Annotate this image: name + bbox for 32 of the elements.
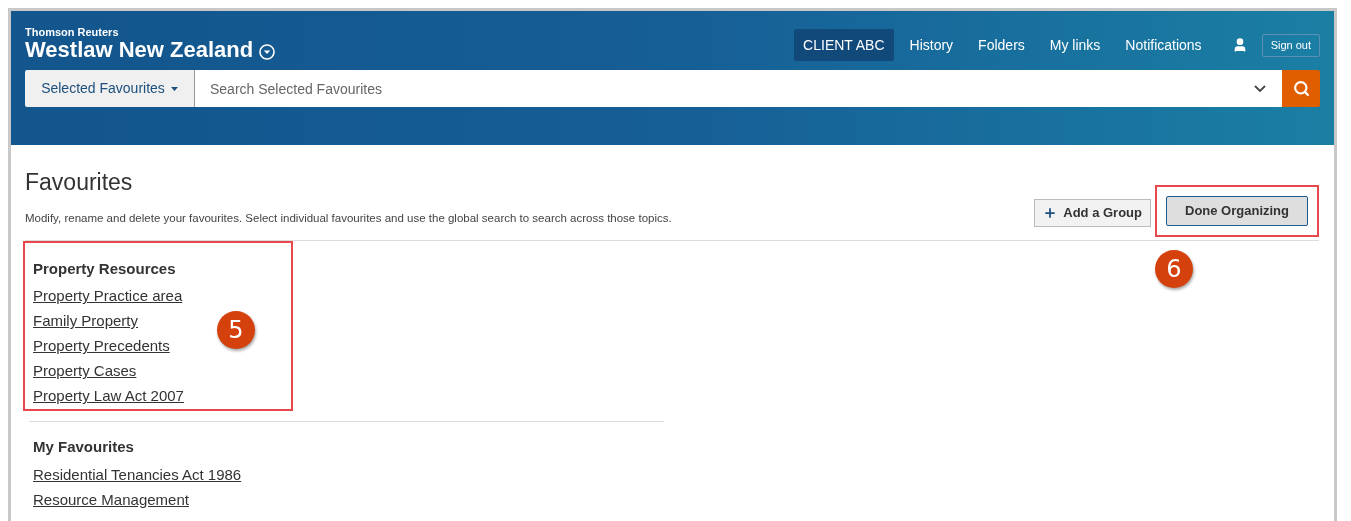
favourite-link[interactable]: Property Law Act 2007: [33, 383, 184, 409]
group-title: My Favourites: [33, 437, 135, 458]
expand-button[interactable]: [1246, 70, 1282, 107]
caret-icon: [170, 86, 178, 91]
callout-number: 6: [1155, 249, 1193, 288]
chevron-down-icon: [1254, 85, 1266, 92]
dropdown-circle-icon: [259, 44, 276, 60]
group-title: Property Resources: [33, 258, 177, 279]
plus-icon: [1043, 205, 1058, 220]
page-description: Modify, rename and delete your favourites. Select individual favourites and use the global search to search across those topics.: [25, 210, 672, 226]
page-title: Favourites: [25, 168, 134, 197]
add-group-button[interactable]: Add a Group: [1034, 198, 1151, 227]
search-field[interactable]: Search Selected Favourites: [194, 70, 1246, 107]
nav-link[interactable]: Notifications: [1116, 29, 1211, 61]
nav-link[interactable]: History: [900, 29, 963, 61]
favourite-link[interactable]: Property Practice area: [33, 283, 183, 309]
nav-link[interactable]: My links: [1040, 29, 1110, 61]
favourite-link[interactable]: Residential Tenancies Act 1986: [33, 461, 242, 487]
favourite-link[interactable]: Resource Management: [33, 486, 189, 512]
nav-link[interactable]: Folders: [969, 29, 1034, 61]
company-name: Thomson Reuters: [25, 27, 120, 38]
scope-dropdown[interactable]: Selected Favourites: [25, 70, 194, 107]
callout-number: 5: [217, 310, 255, 349]
product-name: Westlaw New Zealand: [25, 39, 254, 61]
done-organizing-button[interactable]: Done Organizing: [1166, 195, 1308, 226]
search-button[interactable]: [1282, 70, 1320, 107]
favourite-link[interactable]: Property Cases: [33, 358, 137, 384]
nav-link[interactable]: CLIENT ABC: [794, 29, 894, 61]
search-icon: [1292, 80, 1310, 97]
favourite-link[interactable]: Family Property: [33, 308, 139, 334]
sign-out-button[interactable]: Sign out: [1261, 33, 1320, 57]
favourite-link[interactable]: Property Precedents: [33, 333, 170, 359]
